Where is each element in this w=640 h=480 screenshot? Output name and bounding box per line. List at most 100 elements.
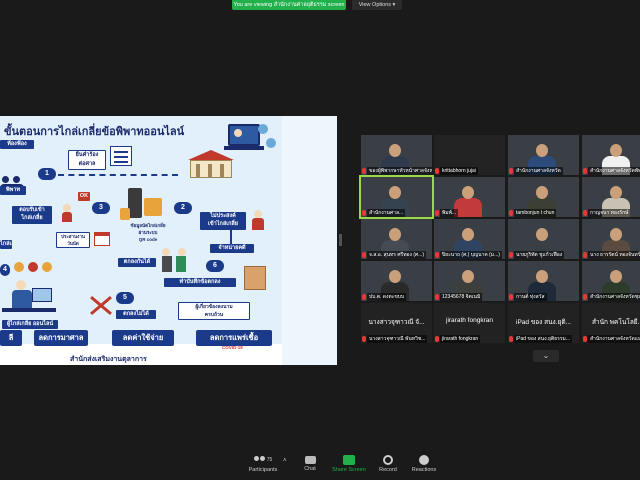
- box-dispose: จำหน่ายคดี: [210, 244, 254, 253]
- step-6: 6: [206, 260, 224, 272]
- panel-resize-handle[interactable]: [339, 234, 342, 246]
- participant-head: [536, 270, 548, 283]
- muted-mic-icon: [509, 294, 513, 300]
- participants-button[interactable]: 75 Participants: [238, 455, 288, 473]
- participant-name: สำนักงานศาล...: [367, 209, 406, 217]
- participant-tile[interactable]: พิมพ์...: [434, 177, 505, 217]
- view-options-button[interactable]: View Options ▾: [352, 0, 402, 10]
- muted-mic-icon: [583, 168, 587, 174]
- muted-mic-icon: [583, 210, 587, 216]
- document-icon: [110, 146, 132, 166]
- participant-name: นาง ธารรัตน์ ทองจันทร์: [588, 251, 640, 259]
- participant-name: ปบ.ต. ดงตะขบบ: [367, 293, 407, 301]
- box-parties-sign: ผู้เกี่ยวข้องลงนาม ครบถ้วน: [178, 302, 250, 320]
- participant-head: [536, 144, 548, 157]
- participant-tile[interactable]: iPad ของ สนง.ยุติ... iPad ของ สนง.ยุติธรร…: [508, 303, 579, 343]
- participant-display-name: iPad ของ สนง.ยุติ...: [516, 319, 571, 326]
- muted-mic-icon: [509, 336, 513, 342]
- participant-tile[interactable]: สำนักงานศาลจังหวัด: [508, 135, 579, 175]
- reactions-button[interactable]: Reactions: [399, 455, 449, 473]
- step-5: 5: [116, 292, 134, 304]
- step-2: 2: [174, 202, 192, 214]
- participant-head: [389, 186, 401, 199]
- participant-name: สำนักงานศาลจังหวัด: [514, 167, 563, 175]
- muted-mic-icon: [509, 168, 513, 174]
- participant-head: [536, 228, 548, 241]
- muted-mic-icon: [583, 336, 587, 342]
- muted-mic-icon: [362, 168, 366, 174]
- participant-tile[interactable]: นาง ธารรัตน์ ทองจันทร์: [582, 219, 640, 259]
- participants-label: Participants: [248, 467, 278, 473]
- slide-title: ขั้นตอนการไกล่เกลี่ยข้อพิพาทออนไลน์: [4, 126, 185, 138]
- participant-tile[interactable]: กานต์ ทุ่งสวัส: [508, 261, 579, 301]
- participants-icon: 75: [251, 455, 275, 465]
- muted-mic-icon: [583, 252, 587, 258]
- participant-head: [389, 270, 401, 283]
- box-dispute: พิพาท: [0, 186, 26, 195]
- box-ok-tag: OK: [78, 192, 90, 201]
- participant-tile[interactable]: นางสาวจุฑาวณี จั... นางสาวจุฑาวณี พันทวิช…: [361, 303, 432, 343]
- box-left-mediate: ไกล่เกลี่ย: [0, 240, 12, 249]
- participant-name: พิมพ์...: [440, 209, 459, 217]
- benefit-button: ลี: [0, 330, 22, 346]
- participant-name: ปิยะนาถ (ศ.) บุญนาค (ม...): [440, 251, 502, 259]
- court-building-illustration: [186, 150, 236, 180]
- muted-mic-icon: [509, 210, 513, 216]
- participant-head: [536, 186, 548, 199]
- people-avatars: [14, 262, 62, 276]
- cancel-cross-illustration: [86, 294, 114, 316]
- participant-tile[interactable]: tambonjun t chun: [508, 177, 579, 217]
- muted-mic-icon: [362, 210, 366, 216]
- viewing-indicator: You are viewing สำนักงานศาลยุติธรรม scre…: [232, 0, 346, 10]
- participant-tile[interactable]: krittabhorn jujai: [434, 135, 505, 175]
- box-notify: ประสานงาน วันนัด: [56, 232, 90, 248]
- participant-tile[interactable]: ปิยะนาถ (ศ.) บุญนาค (ม...): [434, 219, 505, 259]
- gallery-collapse-button[interactable]: ⌄: [533, 350, 559, 362]
- participant-display-name: jirarath fongkran: [446, 317, 493, 324]
- box-agree-mediation: ตอบรับเข้า ไกล่เกลี่ย: [12, 206, 52, 224]
- step-3: 3: [92, 202, 110, 214]
- participant-name: krittabhorn jujai: [440, 167, 478, 175]
- muted-mic-icon: [362, 252, 366, 258]
- participant-display-name: นางสาวจุฑาวณี จั...: [368, 319, 425, 326]
- muted-mic-icon: [435, 210, 439, 216]
- calendar-icon: [94, 232, 110, 246]
- muted-mic-icon: [509, 252, 513, 258]
- participants-count: 75: [266, 457, 273, 463]
- benefit-button: ลดการแพร่เชื้อ: [196, 330, 272, 346]
- muted-mic-icon: [362, 336, 366, 342]
- muted-mic-icon: [435, 336, 439, 342]
- participant-tile[interactable]: สำนักงานศาล...: [359, 175, 434, 219]
- participant-tile[interactable]: jirarath fongkran jirarath fongkran: [434, 303, 505, 343]
- participant-name: สำนักงานศาลจังหวัดพัทลุง: [588, 167, 640, 175]
- participant-name: สำนักงานศาลจังหวัดแม่ฮ่องสอน: [588, 335, 640, 343]
- participant-head: [610, 144, 622, 157]
- participant-name: กาญจนา ทองรักษ์: [588, 209, 631, 217]
- slide-side-strip: [282, 116, 337, 365]
- covid-tag: COVID-19: [222, 345, 243, 350]
- participant-tile[interactable]: นายภูริทัต ชูแก้วเฟือง: [508, 219, 579, 259]
- participant-tile[interactable]: ปบ.ต. ดงตะขบบ: [361, 261, 432, 301]
- muted-mic-icon: [362, 294, 366, 300]
- muted-mic-icon: [435, 168, 439, 174]
- participant-tile[interactable]: ของผู้พิพากษาหัวหน้าศาลจังหวัด: [361, 135, 432, 175]
- step-4: 4: [0, 264, 10, 276]
- participant-head: [610, 228, 622, 241]
- box-agreed: ตกลงกันได้: [118, 258, 156, 267]
- participant-tile[interactable]: สำนักงานศาลจังหวัดชุมพร: [582, 261, 640, 301]
- participant-head: [610, 270, 622, 283]
- shared-screen: ขั้นตอนการไกล่เกลี่ยข้อพิพาทออนไลน์ ท้อง…: [0, 116, 337, 365]
- participant-tile[interactable]: สำนัก พคโนโลยี... สำนักงานศาลจังหวัดแม่ฮ่…: [582, 303, 640, 343]
- mediator-illustration: [2, 276, 56, 320]
- slide-footer: สำนักส่งเสริมงานตุลาการ: [70, 356, 147, 363]
- participant-body: [454, 198, 482, 217]
- participant-tile[interactable]: สำนักงานศาลจังหวัดพัทลุง: [582, 135, 640, 175]
- participant-tile[interactable]: กาญจนา ทองรักษ์: [582, 177, 640, 217]
- participant-name: 12345678 จิตเนมิ: [440, 293, 483, 301]
- participant-tile[interactable]: จ.ส.อ. สุนทร ศรีทอง (ศ...): [361, 219, 432, 259]
- benefit-button: ลดการมาศาล: [34, 330, 88, 346]
- participant-tile[interactable]: 12345678 จิตเนมิ: [434, 261, 505, 301]
- box-no-mediation: ไม่ประสงค์ เข้าไกล่เกลี่ย: [200, 212, 246, 230]
- participant-head: [462, 186, 474, 199]
- participant-head: [389, 228, 401, 241]
